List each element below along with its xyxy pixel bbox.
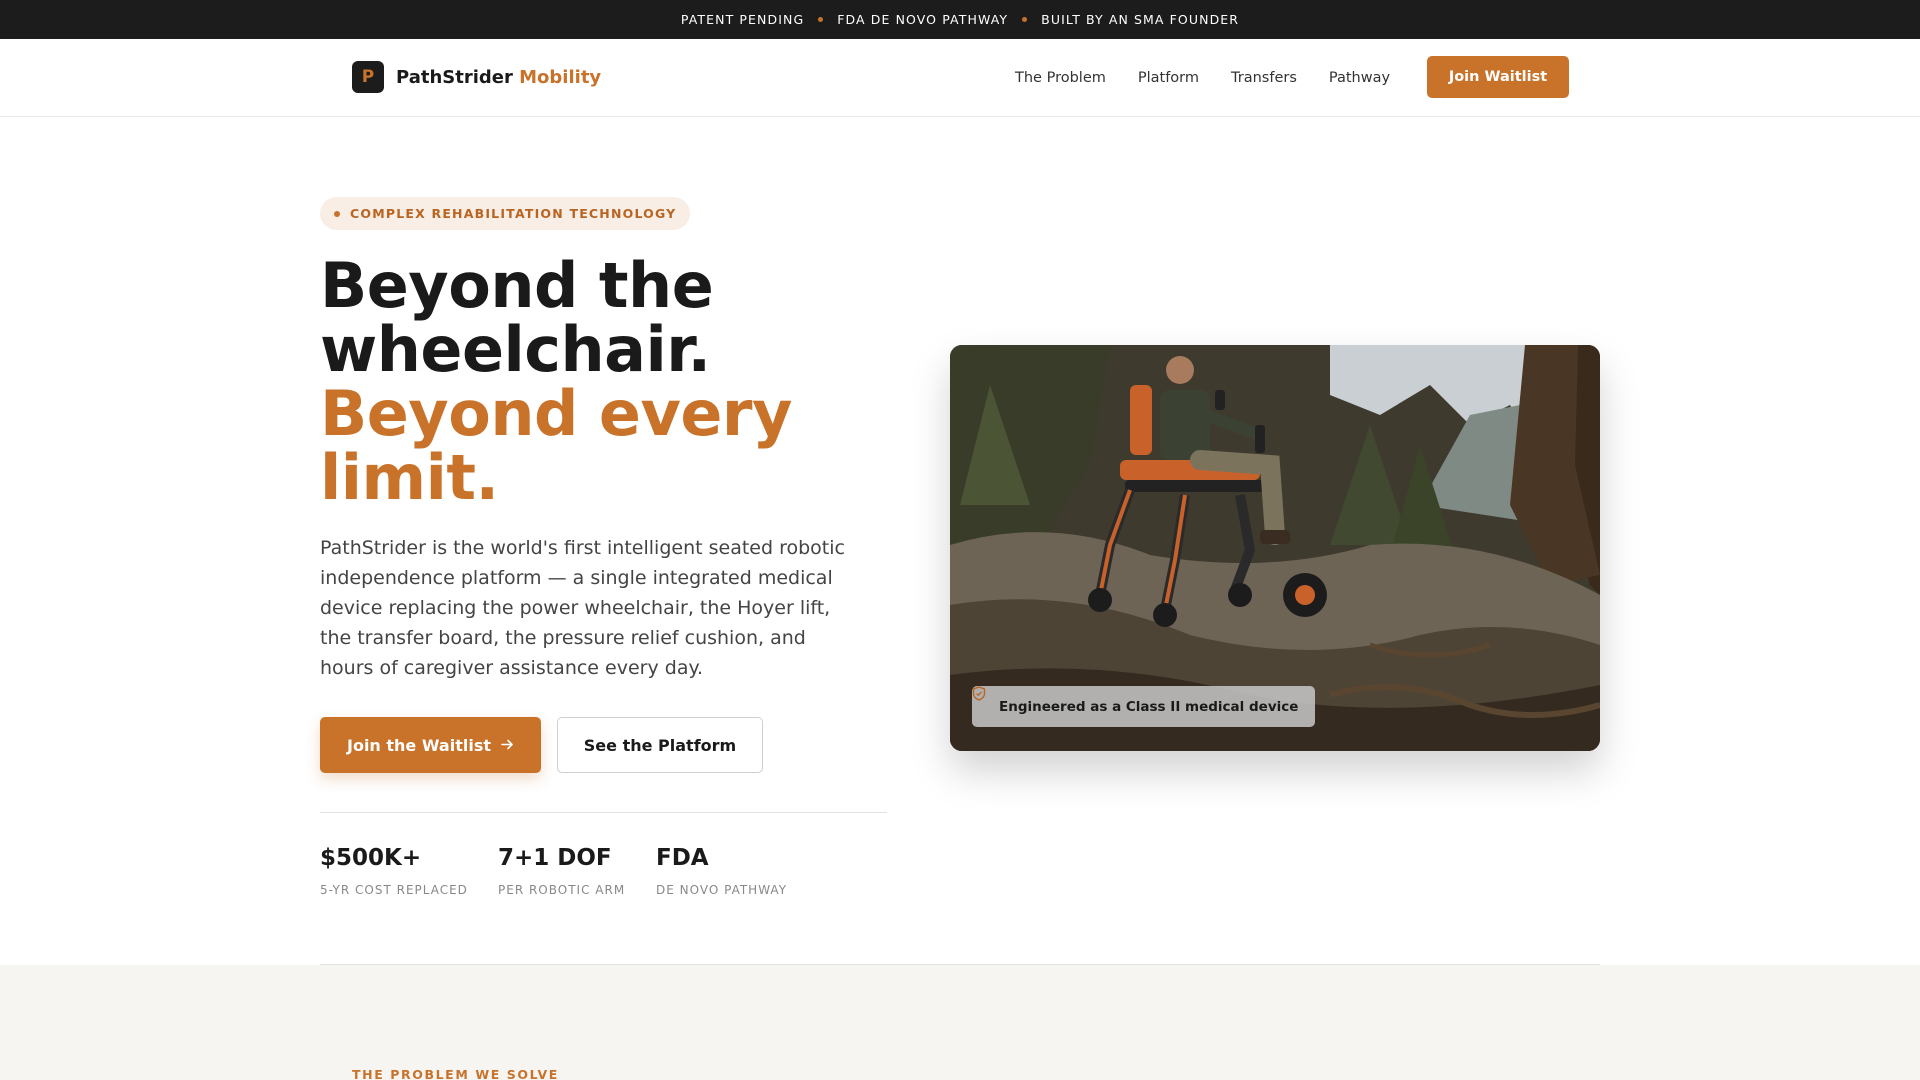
image-caption-text: Engineered as a Class II medical device — [999, 698, 1299, 715]
join-waitlist-button[interactable]: Join the Waitlist — [320, 717, 541, 773]
badge-dot — [334, 210, 340, 217]
stat-dof: 7+1 DOF PER ROBOTIC ARM — [498, 845, 625, 897]
announcement-item: FDA DE NOVO PATHWAY — [837, 12, 1009, 27]
hero-image: Engineered as a Class II medical device — [950, 345, 1600, 751]
hero-headline: Beyond the wheelchair. Beyond every limi… — [320, 254, 880, 510]
announcement-item: BUILT BY AN SMA FOUNDER — [1041, 12, 1240, 27]
nav-link-platform[interactable]: Platform — [1138, 70, 1199, 86]
stat-cost: $500K+ 5-YR COST REPLACED — [320, 845, 468, 897]
brand-name-accent: Mobility — [519, 66, 602, 88]
stat-value: FDA — [656, 845, 709, 871]
image-caption-badge: Engineered as a Class II medical device — [972, 686, 1316, 727]
separator-dot — [818, 17, 824, 22]
join-waitlist-label: Join the Waitlist — [347, 735, 491, 755]
arrow-right-icon — [501, 736, 514, 755]
headline-line-2: Beyond every limit. — [320, 377, 792, 514]
nav-link-the-problem[interactable]: The Problem — [1015, 70, 1106, 86]
stats-divider — [320, 812, 887, 813]
join-waitlist-nav-button[interactable]: Join Waitlist — [1427, 56, 1569, 98]
problem-eyebrow: THE PROBLEM WE SOLVE — [352, 1067, 559, 1080]
headline-line-1: Beyond the wheelchair. — [320, 249, 714, 386]
stat-label: PER ROBOTIC ARM — [498, 883, 626, 897]
hero-description: PathStrider is the world's first intelli… — [320, 537, 845, 679]
see-platform-button[interactable]: See the Platform — [557, 717, 763, 773]
separator-dot — [1022, 17, 1028, 22]
stat-label: 5-YR COST REPLACED — [320, 883, 468, 897]
logo-mark: P — [352, 61, 384, 93]
brand-logo-link[interactable]: P PathStrider Mobility — [352, 61, 601, 93]
site-header: P PathStrider Mobility The Problem Platf… — [0, 39, 1920, 117]
brand-name-primary: PathStrider — [396, 66, 513, 88]
nav-link-transfers[interactable]: Transfers — [1231, 70, 1297, 86]
stat-fda: FDA DE NOVO PATHWAY — [656, 845, 787, 897]
category-badge: COMPLEX REHABILITATION TECHNOLOGY — [320, 197, 691, 230]
stat-value: $500K+ — [320, 845, 422, 871]
stat-label: DE NOVO PATHWAY — [656, 883, 788, 897]
announcement-bar: PATENT PENDING FDA DE NOVO PATHWAY BUILT… — [0, 0, 1920, 39]
stat-value: 7+1 DOF — [498, 845, 612, 871]
nav-link-pathway[interactable]: Pathway — [1329, 70, 1390, 86]
problem-section — [0, 965, 1920, 1080]
main-nav: The Problem Platform Transfers Pathway — [1015, 39, 1422, 116]
brand-name: PathStrider Mobility — [396, 67, 601, 88]
badge-label: COMPLEX REHABILITATION TECHNOLOGY — [350, 206, 677, 221]
announcement-item: PATENT PENDING — [680, 12, 805, 27]
